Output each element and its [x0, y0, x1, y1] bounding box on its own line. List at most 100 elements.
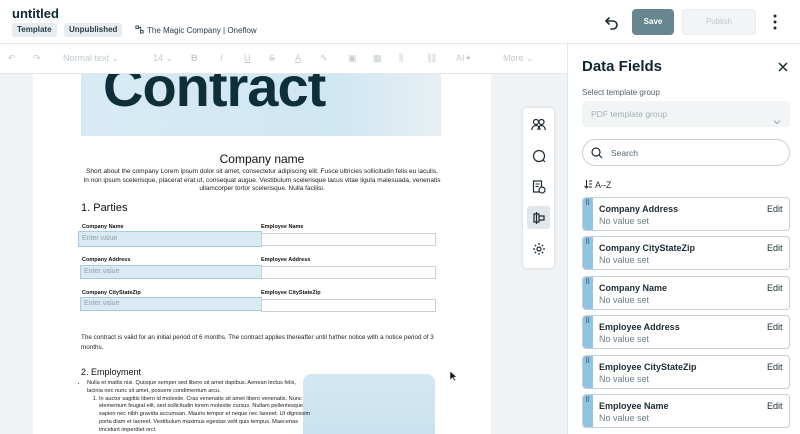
drag-handle-icon[interactable]: ⠿ [585, 397, 591, 404]
highlight-icon[interactable]: ✎ [320, 53, 328, 64]
table-icon[interactable]: ▦ [373, 53, 382, 64]
field-label-employee-name: Employee Name [261, 224, 304, 230]
image-icon[interactable]: ▣ [348, 53, 357, 64]
data-field-card[interactable]: ⠿ Employee Address No value set Edit [582, 315, 790, 349]
edit-link[interactable]: Edit [767, 283, 783, 293]
field-name: Company CityStateZip [599, 243, 696, 253]
edit-link[interactable]: Edit [767, 401, 783, 411]
template-chip: Template [12, 23, 57, 37]
settings-icon[interactable] [527, 237, 550, 260]
document-page: Contract Company name Short about the co… [33, 74, 491, 434]
kebab-menu-icon[interactable] [770, 13, 780, 31]
font-size-select[interactable]: 14 ⌄ [153, 53, 173, 64]
mouse-cursor [449, 368, 458, 382]
search-placeholder: Search [611, 148, 638, 158]
data-fields-panel: Data Fields Select template group PDF te… [567, 44, 800, 434]
edit-link[interactable]: Edit [767, 204, 783, 214]
field-name: Employee Address [599, 322, 680, 332]
employment-list[interactable]: Nulla et mattis nisi. Quisque semper sed… [81, 380, 313, 434]
search-input[interactable]: Search [582, 139, 790, 166]
template-group-select[interactable]: PDF template group [582, 101, 790, 127]
document-canvas: Contract Company name Short about the co… [0, 74, 567, 434]
search-icon [591, 147, 603, 161]
editor-toolbar: ↶ ↷ Normal text ⌄ 14 ⌄ B I U S A ✎ ▣ ▦ ⫼… [0, 44, 567, 74]
employment-subitem: In auctor sagittis libero id molestie. C… [99, 396, 313, 434]
data-field-card[interactable]: ⠿ Company CityStateZip No value set Edit [582, 236, 790, 270]
underline-icon[interactable]: U [244, 53, 251, 63]
hero-banner: Contract [81, 74, 441, 136]
publish-button[interactable]: Publish [682, 9, 756, 35]
field-label-company-citystatezip: Company CityStateZip [82, 290, 141, 296]
bold-icon[interactable]: B [191, 53, 198, 63]
save-button[interactable]: Save [632, 9, 674, 35]
link-icon [135, 25, 144, 36]
field-label-company-address: Company Address [82, 257, 131, 263]
drag-handle-icon[interactable]: ⠿ [585, 358, 591, 365]
parties-heading[interactable]: 1. Parties [81, 202, 127, 214]
data-field-card[interactable]: ⠿ Company Address No value set Edit [582, 197, 790, 231]
edit-link[interactable]: Edit [767, 322, 783, 332]
redo-tool-icon[interactable]: ↷ [33, 53, 41, 64]
link-tool-icon[interactable]: ⛓ [426, 53, 437, 64]
field-value: No value set [599, 255, 650, 265]
employment-heading[interactable]: 2. Employment [81, 367, 141, 377]
validity-paragraph[interactable]: The contract is valid for an initial per… [81, 333, 443, 353]
undo-icon[interactable] [604, 14, 620, 30]
more-menu[interactable]: More ⌄ [503, 53, 534, 64]
company-link[interactable]: The Magic Company | Oneflow [135, 25, 257, 36]
drag-handle-icon[interactable]: ⠿ [585, 239, 591, 246]
italic-icon[interactable]: I [220, 53, 223, 63]
field-name: Company Name [599, 283, 668, 293]
company-heading[interactable]: Company name [33, 152, 491, 166]
data-field-card[interactable]: ⠿ Employee CityStateZip No value set Edi… [582, 355, 790, 389]
columns-icon[interactable]: ⫼ [399, 53, 403, 64]
group-select-label: Select template group [582, 88, 660, 97]
data-field-card[interactable]: ⠿ Company Name No value set Edit [582, 276, 790, 310]
employee-address-input[interactable] [261, 266, 436, 279]
sort-az-icon [584, 179, 593, 191]
participants-icon[interactable] [527, 113, 550, 136]
data-field-card[interactable]: ⠿ Employee Name No value set Edit [582, 394, 790, 428]
field-label-employee-citystatezip: Employee CityStateZip [261, 290, 321, 296]
top-bar: untitled Template Unpublished The Magic … [0, 0, 800, 44]
field-value: No value set [599, 295, 650, 305]
data-fields-icon[interactable] [527, 206, 550, 229]
edit-link[interactable]: Edit [767, 243, 783, 253]
employee-name-input[interactable] [261, 233, 436, 246]
employment-image [303, 374, 435, 434]
comment-icon[interactable] [527, 144, 550, 167]
field-name: Employee Name [599, 401, 669, 411]
company-name: The Magic Company | Oneflow [147, 26, 257, 35]
hero-title: Contract [103, 74, 326, 118]
ai-assist-icon[interactable]: AI✦ [456, 53, 472, 64]
field-name: Company Address [599, 204, 679, 214]
drag-handle-icon[interactable]: ⠿ [585, 200, 591, 207]
field-value: No value set [599, 374, 650, 384]
company-citystatezip-input[interactable]: Enter value [80, 297, 262, 311]
field-value: No value set [599, 334, 650, 344]
field-label-employee-address: Employee Address [261, 257, 311, 263]
text-style-select[interactable]: Normal text ⌄ [63, 53, 119, 64]
undo-tool-icon[interactable]: ↶ [8, 53, 16, 64]
group-select-value: PDF template group [591, 109, 668, 119]
field-name: Employee CityStateZip [599, 362, 697, 372]
company-address-input[interactable]: Enter value [80, 265, 262, 279]
text-color-icon[interactable]: A [295, 53, 301, 63]
document-title[interactable]: untitled [12, 6, 59, 21]
close-icon[interactable] [777, 60, 789, 72]
panel-title: Data Fields [582, 58, 663, 75]
employment-bullet: Nulla et mattis nisi. Quisque semper sed… [87, 380, 313, 396]
drag-handle-icon[interactable]: ⠿ [585, 318, 591, 325]
company-about[interactable]: Short about the company Lorem ipsum dolo… [83, 168, 441, 194]
document-history-icon[interactable] [527, 175, 550, 198]
company-name-input[interactable]: Enter value [78, 231, 262, 247]
sort-label: A–Z [595, 180, 612, 190]
drag-handle-icon[interactable]: ⠿ [585, 279, 591, 286]
field-value: No value set [599, 413, 650, 423]
strikethrough-icon[interactable]: S [269, 53, 275, 63]
field-value: No value set [599, 216, 650, 226]
sort-toggle[interactable]: A–Z [584, 179, 612, 191]
employee-citystatezip-input[interactable] [261, 299, 436, 312]
edit-link[interactable]: Edit [767, 362, 783, 372]
unpublished-chip: Unpublished [64, 23, 123, 37]
